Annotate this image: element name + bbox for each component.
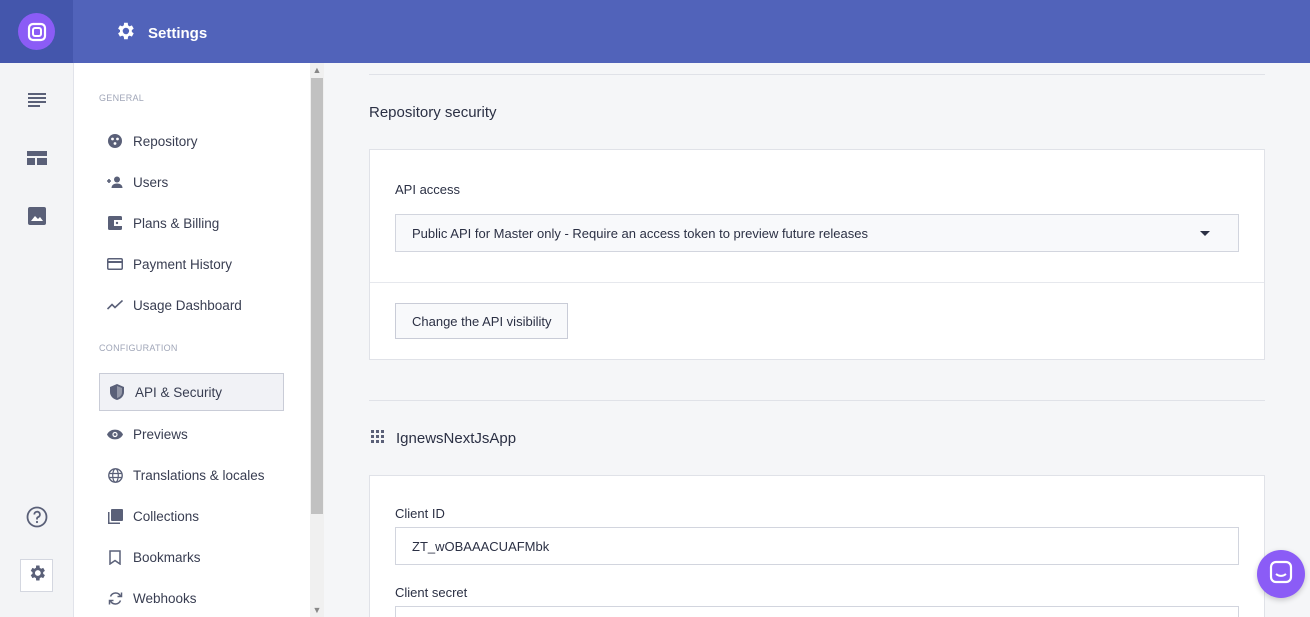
- nav-item-repository[interactable]: Repository: [107, 129, 198, 153]
- nav-item-translations[interactable]: Translations & locales: [107, 463, 265, 487]
- prismic-logo-icon[interactable]: [18, 13, 55, 50]
- api-access-select[interactable]: Public API for Master only - Require an …: [395, 214, 1239, 252]
- grid-icon: [371, 430, 384, 447]
- nav-section-general: GENERAL: [99, 93, 145, 103]
- nav-item-users[interactable]: Users: [107, 170, 168, 194]
- api-access-label: API access: [395, 182, 461, 197]
- nav-item-label: Translations & locales: [133, 467, 265, 483]
- eye-icon: [107, 426, 123, 442]
- client-id-field[interactable]: ZT_wOBAAACUAFMbk: [395, 527, 1239, 565]
- collections-icon: [107, 508, 123, 524]
- chat-icon: [1269, 560, 1293, 589]
- chevron-down-icon: [1200, 231, 1210, 236]
- card-divider: [370, 282, 1264, 283]
- change-api-visibility-button[interactable]: Change the API visibility: [395, 303, 569, 339]
- bookmark-icon: [107, 549, 123, 565]
- nav-item-label: Webhooks: [133, 590, 197, 606]
- client-secret-field[interactable]: [395, 606, 1239, 617]
- nav-item-label: Plans & Billing: [133, 215, 220, 231]
- nav-item-previews[interactable]: Previews: [107, 422, 188, 446]
- app-title: IgnewsNextJsApp: [371, 430, 516, 447]
- nav-item-label: Previews: [133, 426, 188, 442]
- api-access-card: API access Public API for Master only - …: [369, 149, 1265, 360]
- nav-scrollbar-thumb[interactable]: [311, 78, 323, 514]
- credit-card-icon: [107, 256, 123, 272]
- section-divider: [369, 74, 1265, 75]
- main-sidebar: [0, 63, 74, 617]
- section-divider: [369, 400, 1265, 401]
- nav-item-label: Repository: [133, 133, 198, 149]
- sync-icon: [107, 590, 123, 606]
- wallet-icon: [107, 215, 123, 231]
- logo-area: [0, 0, 73, 63]
- settings-content: Repository security API access Public AP…: [324, 63, 1310, 617]
- client-id-value: ZT_wOBAAACUAFMbk: [412, 538, 550, 554]
- chat-widget-button[interactable]: [1257, 550, 1305, 598]
- nav-item-label: Usage Dashboard: [133, 297, 242, 313]
- settings-nav: GENERAL Repository Users Plans & Billing…: [74, 63, 310, 617]
- gear-icon: [114, 20, 136, 46]
- nav-section-configuration: CONFIGURATION: [99, 343, 178, 353]
- page-title-text: Settings: [148, 24, 208, 42]
- nav-item-label: Payment History: [133, 256, 233, 272]
- nav-item-collections[interactable]: Collections: [107, 504, 199, 528]
- page-title: Settings: [114, 20, 207, 46]
- nav-item-usage-dashboard[interactable]: Usage Dashboard: [107, 293, 242, 317]
- trend-icon: [107, 297, 123, 313]
- globe-icon: [107, 467, 123, 483]
- app-credentials-card: Client ID ZT_wOBAAACUAFMbk Client secret: [369, 475, 1265, 617]
- gear-icon: [27, 563, 47, 588]
- nav-item-label: Collections: [133, 508, 200, 524]
- top-header: Settings: [0, 0, 1310, 63]
- scroll-down-icon[interactable]: ▼: [312, 605, 322, 615]
- nav-item-api-security[interactable]: API & Security: [99, 373, 284, 411]
- nav-item-payment-history[interactable]: Payment History: [107, 252, 232, 276]
- nav-item-bookmarks[interactable]: Bookmarks: [107, 545, 201, 569]
- nav-item-label: Bookmarks: [133, 549, 201, 565]
- help-icon[interactable]: [22, 502, 52, 532]
- nav-item-webhooks[interactable]: Webhooks: [107, 586, 197, 610]
- nav-item-label: API & Security: [135, 384, 223, 400]
- repository-security-title: Repository security: [369, 104, 497, 121]
- client-secret-label: Client secret: [395, 585, 468, 600]
- settings-button[interactable]: [20, 559, 53, 592]
- add-user-icon: [107, 174, 123, 190]
- nav-item-plans-billing[interactable]: Plans & Billing: [107, 211, 219, 235]
- nav-item-label: Users: [133, 174, 169, 190]
- custom-types-icon[interactable]: [22, 143, 52, 173]
- repository-icon: [107, 133, 123, 149]
- api-access-value: Public API for Master only - Require an …: [412, 225, 868, 241]
- shield-icon: [109, 384, 125, 400]
- client-id-label: Client ID: [395, 506, 445, 521]
- media-icon[interactable]: [22, 201, 52, 231]
- app-name: IgnewsNextJsApp: [396, 430, 517, 447]
- documents-icon[interactable]: [22, 85, 52, 115]
- scroll-up-icon[interactable]: ▲: [312, 65, 322, 75]
